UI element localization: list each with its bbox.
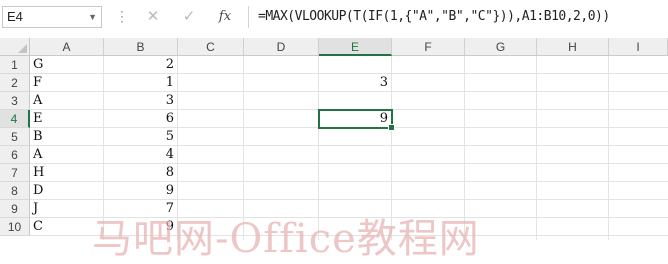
chevron-down-icon[interactable]: ▼ [88,7,97,27]
cell-a5[interactable]: B [30,128,103,146]
row-header-3[interactable]: 3 [0,92,30,110]
row-header-8[interactable]: 8 [0,182,30,200]
formula-bar-divider [248,6,249,28]
formula-input[interactable]: =MAX(VLOOKUP(T(IF(1,{"A","B","C"})),A1:B… [258,6,610,28]
fill-handle[interactable] [388,124,395,131]
cell-a8[interactable]: D [30,182,103,200]
name-box-value: E4 [7,9,23,24]
select-all-button[interactable] [0,38,30,56]
gridline [536,56,537,240]
cell-b4[interactable]: 6 [104,110,178,128]
column-header-b[interactable]: B [104,38,178,56]
active-cell-selection[interactable] [318,109,395,131]
cell-a7[interactable]: H [30,164,103,182]
column-header-a[interactable]: A [30,38,104,56]
cell-a4[interactable]: E [30,110,103,128]
enter-button[interactable]: ✓ [176,6,202,28]
more-icon: ⋮ [115,8,129,24]
cell-e2[interactable]: 3 [319,74,392,92]
cell-b6[interactable]: 4 [104,146,178,164]
formula-bar: E4 ▼ ⋮ ✕ ✓ fx =MAX(VLOOKUP(T(IF(1,{"A","… [0,0,668,36]
row-header-6[interactable]: 6 [0,146,30,164]
column-header-d[interactable]: D [244,38,319,56]
row-header-10[interactable]: 10 [0,218,30,236]
cell-b7[interactable]: 8 [104,164,178,182]
column-header-i[interactable]: I [609,38,668,56]
row-header-2[interactable]: 2 [0,74,30,92]
cell-b5[interactable]: 5 [104,128,178,146]
cell-b2[interactable]: 1 [104,74,178,92]
cell-a3[interactable]: A [30,92,103,110]
cell-b8[interactable]: 9 [104,182,178,200]
column-header-e[interactable]: E [319,38,392,56]
row-header-9[interactable]: 9 [0,200,30,218]
name-box[interactable]: E4 ▼ [2,6,102,28]
spreadsheet-grid[interactable]: A B C D E F G H I 1 2 3 4 5 6 7 8 9 10 G… [0,38,668,262]
gridline [608,56,609,240]
row-header-1[interactable]: 1 [0,56,30,74]
insert-function-button[interactable]: fx [212,6,238,28]
column-header-h[interactable]: H [537,38,609,56]
watermark: 马吧网-Office教程网 [92,216,480,262]
row-header-5[interactable]: 5 [0,128,30,146]
cell-b1[interactable]: 2 [104,56,178,74]
row-header-7[interactable]: 7 [0,164,30,182]
cell-b3[interactable]: 3 [104,92,178,110]
cell-a2[interactable]: F [30,74,103,92]
column-header-c[interactable]: C [178,38,244,56]
cell-a1[interactable]: G [30,56,103,74]
cell-a6[interactable]: A [30,146,103,164]
column-header-g[interactable]: G [465,38,537,56]
cancel-button[interactable]: ✕ [140,6,166,28]
row-header-4[interactable]: 4 [0,110,30,128]
column-header-f[interactable]: F [392,38,465,56]
